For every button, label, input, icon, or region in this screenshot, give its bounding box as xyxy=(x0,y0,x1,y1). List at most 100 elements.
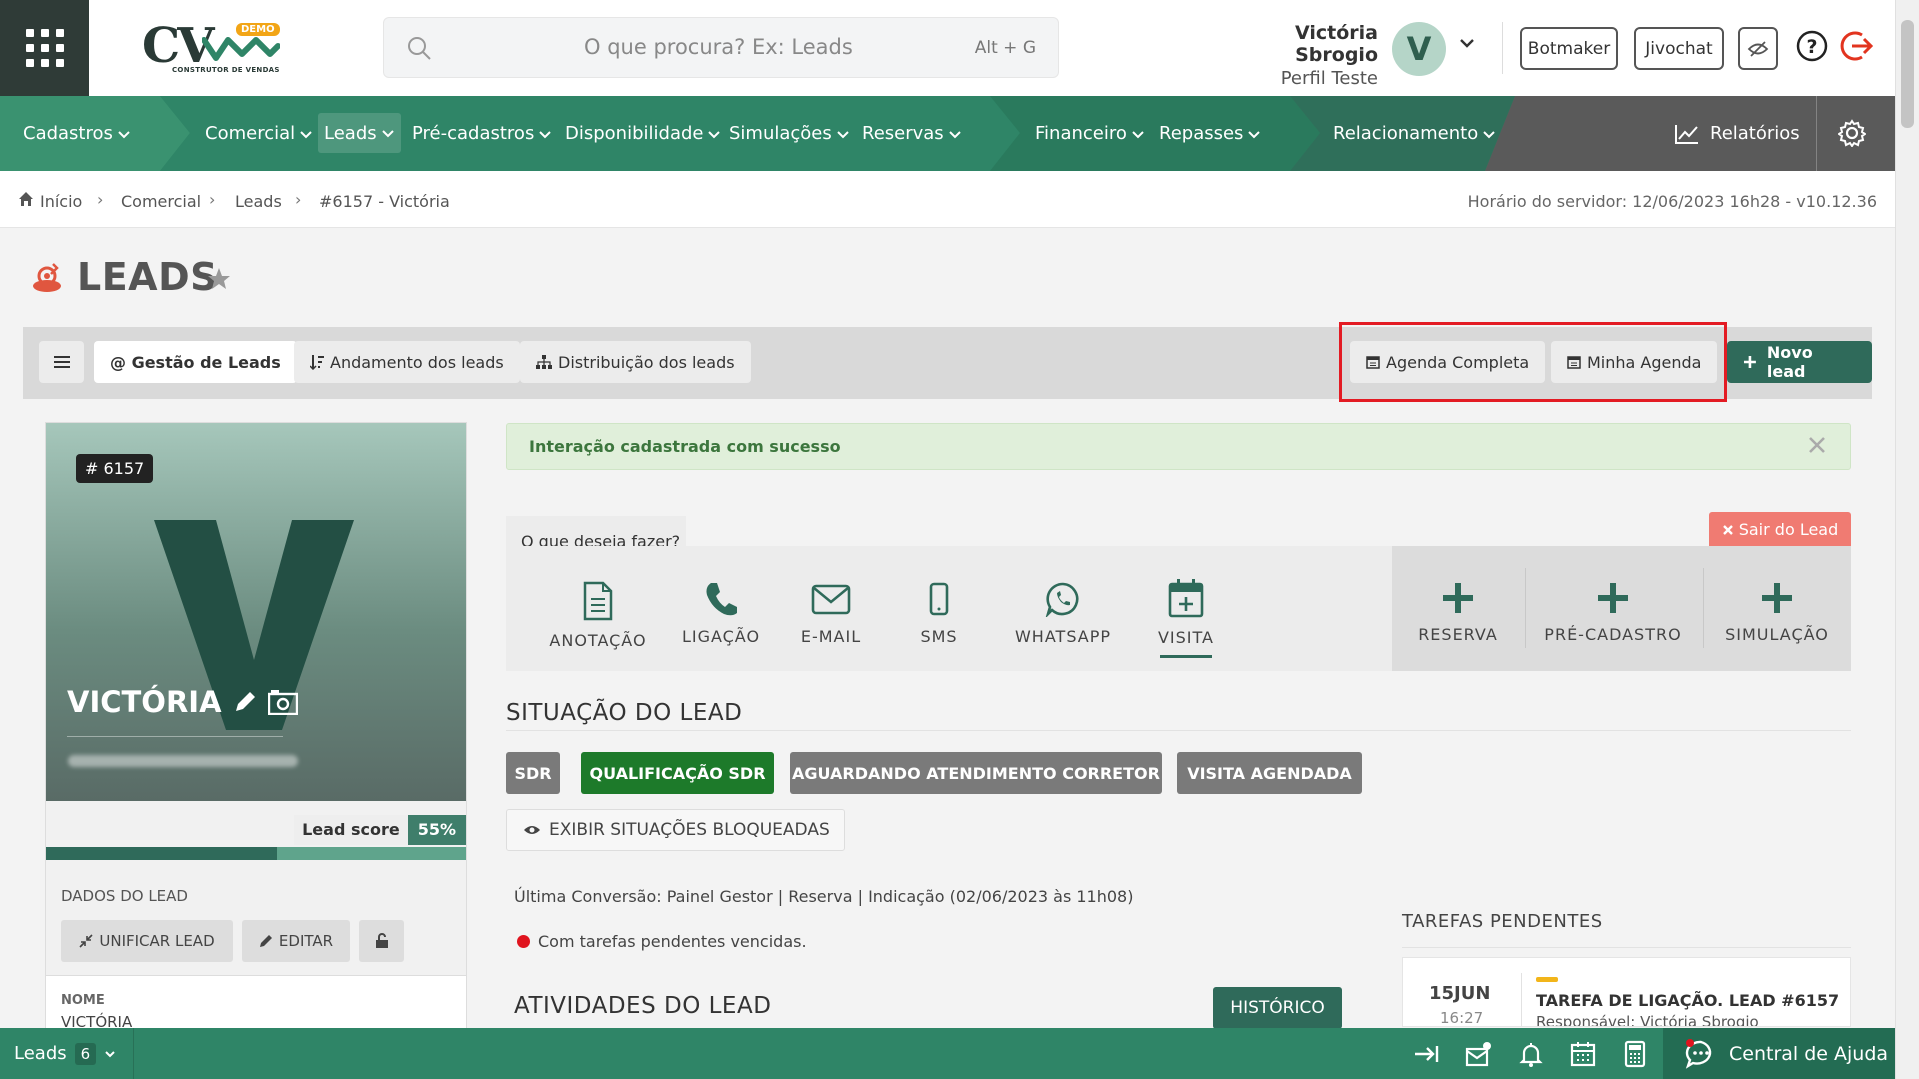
divider xyxy=(1816,96,1817,171)
hide-values-button[interactable] xyxy=(1738,27,1778,70)
calendar-icon[interactable] xyxy=(1569,1040,1597,1068)
action-ligacao[interactable]: LIGAÇÃO xyxy=(676,581,766,646)
bottom-bar: Leads 6 Central de Ajuda xyxy=(0,1028,1895,1079)
plus-icon xyxy=(1743,356,1756,368)
pending-note: Com tarefas pendentes vencidas. xyxy=(538,932,807,951)
breadcrumb-comercial[interactable]: Comercial xyxy=(121,192,201,211)
nav-relacionamento[interactable]: Relacionamento xyxy=(1333,96,1496,171)
eye-slash-icon xyxy=(1747,40,1769,57)
action-whatsapp[interactable]: WHATSAPP xyxy=(1008,581,1118,646)
logo-tagline: CONSTRUTOR DE VENDAS xyxy=(172,66,280,74)
show-blocked-button[interactable]: EXIBIR SITUAÇÕES BLOQUEADAS xyxy=(506,809,845,851)
highlight-box xyxy=(1339,322,1727,402)
nav-financeiro[interactable]: Financeiro xyxy=(1035,96,1145,171)
task-card[interactable]: 15JUN 16:27 TAREFA DE LIGAÇÃO. LEAD #615… xyxy=(1402,957,1851,1027)
logo-wave-icon xyxy=(202,37,280,61)
sair-do-lead-button[interactable]: Sair do Lead xyxy=(1709,512,1851,547)
action-anotacao[interactable]: ANOTAÇÃO xyxy=(548,581,648,650)
status-badge[interactable]: AGUARDANDO ATENDIMENTO CORRETOR xyxy=(790,752,1162,794)
nav-label: Relacionamento xyxy=(1333,123,1479,144)
search-icon xyxy=(408,37,431,60)
nav-disponibilidade[interactable]: Disponibilidade xyxy=(565,96,721,171)
novo-lead-button[interactable]: Novo lead xyxy=(1727,341,1872,383)
field-label-nome: NOME xyxy=(61,993,105,1008)
tab-gestao-leads[interactable]: @ Gestão de Leads xyxy=(94,341,297,383)
pencil-icon xyxy=(259,935,272,947)
action-label: ANOTAÇÃO xyxy=(549,631,647,650)
gear-icon[interactable] xyxy=(1838,119,1866,147)
create-simulacao[interactable]: SIMULAÇÃO xyxy=(1714,581,1840,644)
cv-logo[interactable]: CV DEMO CONSTRUTOR DE VENDAS xyxy=(140,18,280,78)
user-info[interactable]: Victória Sbrogio Perfil Teste xyxy=(1206,22,1378,89)
tab-distribuicao-leads[interactable]: Distribuição dos leads xyxy=(520,341,751,383)
leads-tray-label: Leads xyxy=(14,1043,67,1064)
action-label: E-MAIL xyxy=(800,627,862,646)
logout-icon[interactable] xyxy=(1840,28,1876,64)
pencil-icon[interactable] xyxy=(232,689,258,715)
home-icon[interactable] xyxy=(18,191,34,207)
chevron-down-icon xyxy=(837,130,849,138)
central-ajuda-button[interactable]: Central de Ajuda xyxy=(1663,1028,1895,1079)
calculator-icon[interactable] xyxy=(1621,1040,1649,1068)
nav-pre-cadastros[interactable]: Pré-cadastros xyxy=(412,96,552,171)
camera-icon[interactable] xyxy=(267,689,298,715)
create-actions: RESERVA PRÉ-CADASTRO SIMULAÇÃO xyxy=(1392,546,1851,671)
collapse-right-icon[interactable] xyxy=(1413,1040,1441,1068)
search-placeholder: O que procura? Ex: Leads xyxy=(584,35,853,59)
apps-grid-icon[interactable] xyxy=(0,0,89,96)
global-search[interactable]: O que procura? Ex: Leads Alt + G xyxy=(383,17,1059,78)
bell-icon[interactable] xyxy=(1517,1040,1545,1068)
close-icon[interactable] xyxy=(1806,434,1828,456)
status-badge[interactable]: VISITA AGENDADA xyxy=(1177,752,1362,794)
status-badge-active[interactable]: QUALIFICAÇÃO SDR xyxy=(581,752,774,794)
chevron-down-icon[interactable] xyxy=(1458,34,1476,52)
lead-score-value: 55% xyxy=(407,815,466,845)
task-responsible: Responsável: Victória Sbrogio xyxy=(1536,1013,1759,1027)
leads-tray[interactable]: Leads 6 xyxy=(0,1028,134,1079)
botmaker-button[interactable]: Botmaker xyxy=(1520,27,1618,70)
chevron-down-icon xyxy=(118,130,130,138)
phone-icon xyxy=(706,583,737,616)
unlock-button[interactable] xyxy=(359,920,404,962)
leads-module-icon xyxy=(33,263,61,292)
create-reserva[interactable]: RESERVA xyxy=(1410,581,1506,644)
calendar-plus-icon xyxy=(1168,579,1204,618)
divider xyxy=(1703,568,1704,648)
nav-repasses[interactable]: Repasses xyxy=(1159,96,1261,171)
main-nav: Cadastros Comercial Leads Pré-cadastros … xyxy=(0,96,1895,171)
nav-leads[interactable]: Leads xyxy=(318,113,401,153)
action-sms[interactable]: SMS xyxy=(914,581,964,646)
nav-relatorios[interactable]: Relatórios xyxy=(1670,96,1800,171)
status-badge[interactable]: SDR xyxy=(506,752,560,794)
nav-reservas[interactable]: Reservas xyxy=(862,96,962,171)
action-visita[interactable]: VISITA xyxy=(1146,578,1226,658)
nav-label: Cadastros xyxy=(23,123,113,144)
nav-comercial[interactable]: Comercial xyxy=(205,96,313,171)
menu-button[interactable] xyxy=(39,341,84,383)
create-pre-cadastro[interactable]: PRÉ-CADASTRO xyxy=(1538,581,1688,644)
historico-button[interactable]: HISTÓRICO xyxy=(1213,987,1342,1029)
tab-andamento-leads[interactable]: Andamento dos leads xyxy=(294,341,520,383)
nav-simulacoes[interactable]: Simulações xyxy=(729,96,850,171)
unificar-lead-button[interactable]: UNIFICAR LEAD xyxy=(61,920,233,962)
task-day: 15JUN xyxy=(1429,983,1491,1004)
action-email[interactable]: E-MAIL xyxy=(791,581,871,646)
scroll-thumb[interactable] xyxy=(1901,20,1914,128)
breadcrumb-separator: › xyxy=(97,190,104,209)
chat-icon xyxy=(1685,1038,1712,1069)
breadcrumb-inicio[interactable]: Início xyxy=(40,192,82,211)
editar-button[interactable]: EDITAR xyxy=(242,920,350,962)
nav-cadastros[interactable]: Cadastros xyxy=(23,96,131,171)
tab-label: Distribuição dos leads xyxy=(558,352,735,372)
mail-bulk-icon[interactable] xyxy=(1465,1040,1493,1068)
avatar[interactable]: V xyxy=(1392,22,1446,76)
breadcrumb-leads[interactable]: Leads xyxy=(235,192,282,211)
star-icon[interactable] xyxy=(206,266,232,292)
divider xyxy=(506,730,1851,731)
jivochat-button[interactable]: Jivochat xyxy=(1634,27,1724,70)
page-scrollbar[interactable] xyxy=(1895,0,1919,1079)
chevron-down-icon xyxy=(105,1050,115,1057)
server-time: Horário do servidor: 12/06/2023 16h28 - … xyxy=(1467,192,1877,211)
chevron-down-icon xyxy=(1132,130,1144,138)
help-icon[interactable]: ? xyxy=(1794,28,1830,64)
